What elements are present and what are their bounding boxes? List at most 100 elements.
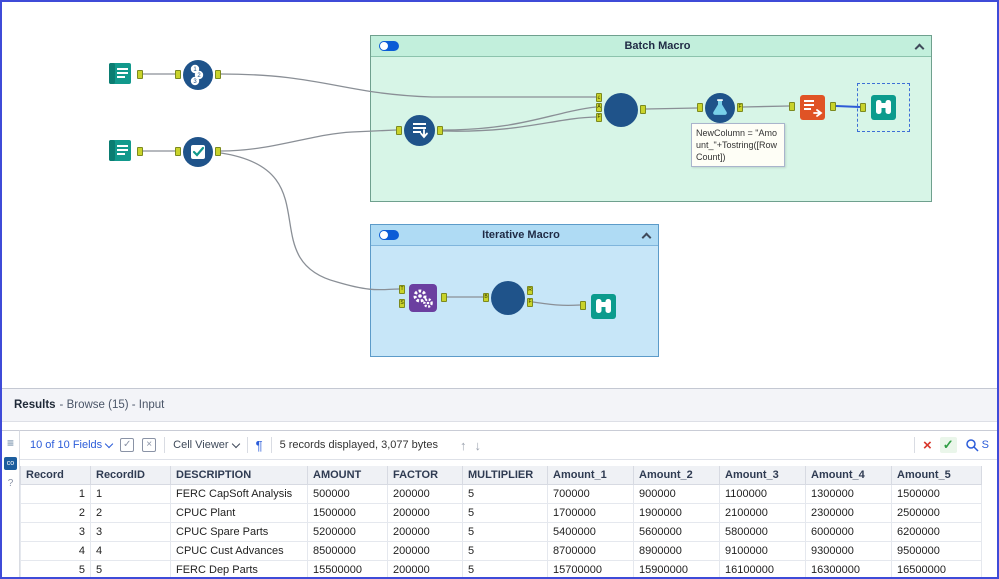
menu-icon[interactable]: ≡ <box>7 437 14 449</box>
move-up-button[interactable]: ↑ <box>460 438 467 453</box>
column-header[interactable]: MULTIPLIER <box>462 466 548 485</box>
paragraph-marks-button[interactable]: ¶ <box>256 438 263 453</box>
input-anchor[interactable]: T <box>399 285 405 294</box>
input-anchor[interactable] <box>860 103 866 112</box>
table-cell[interactable]: 3 <box>90 521 171 542</box>
output-anchor[interactable] <box>215 147 221 156</box>
table-cell[interactable]: 15500000 <box>307 559 388 577</box>
table-cell[interactable]: 15700000 <box>547 559 634 577</box>
iterative-macro-circle-tool[interactable] <box>491 281 525 315</box>
table-cell[interactable]: 200000 <box>387 540 463 561</box>
column-header[interactable]: RecordID <box>90 466 171 485</box>
connection-wire[interactable] <box>220 73 596 98</box>
column-header[interactable]: Amount_1 <box>547 466 634 485</box>
output-anchor[interactable] <box>137 70 143 79</box>
table-cell[interactable]: CPUC Plant <box>170 502 308 523</box>
apply-button[interactable]: ✓ <box>939 437 957 453</box>
sample-tool[interactable] <box>404 115 435 146</box>
table-cell[interactable]: 8700000 <box>547 540 634 561</box>
column-header[interactable]: DESCRIPTION <box>170 466 308 485</box>
move-down-button[interactable]: ↓ <box>474 438 481 453</box>
table-cell[interactable]: 5800000 <box>719 521 806 542</box>
batch-macro-tool[interactable] <box>604 93 638 127</box>
output-anchor[interactable]: R <box>527 286 533 295</box>
input-anchor[interactable] <box>175 147 181 156</box>
table-cell[interactable]: 5 <box>462 502 548 523</box>
table-cell[interactable]: 16300000 <box>805 559 892 577</box>
output-anchor[interactable] <box>640 105 646 114</box>
browse-tool-2[interactable] <box>588 291 619 322</box>
input-anchor[interactable] <box>396 126 402 135</box>
table-cell[interactable]: 200000 <box>387 502 463 523</box>
fields-dropdown[interactable]: 10 of 10 Fields <box>30 439 114 451</box>
column-header[interactable]: Amount_4 <box>805 466 892 485</box>
help-icon[interactable]: ? <box>8 478 14 489</box>
table-cell[interactable]: 1300000 <box>805 483 892 504</box>
table-cell[interactable]: 1700000 <box>547 502 634 523</box>
browse-tool-1[interactable] <box>868 92 899 123</box>
column-header[interactable]: AMOUNT <box>307 466 388 485</box>
input-anchor[interactable]: B <box>483 293 489 302</box>
output-data-tool[interactable] <box>797 92 828 123</box>
connection-wire[interactable] <box>645 107 698 110</box>
table-cell[interactable]: 1 <box>90 483 171 504</box>
deselect-all-button[interactable]: × <box>142 438 157 452</box>
input-data-tool-2[interactable] <box>105 136 135 166</box>
table-cell[interactable]: 200000 <box>387 483 463 504</box>
input-anchor[interactable] <box>697 103 703 112</box>
table-cell[interactable]: 500000 <box>307 483 388 504</box>
output-anchor[interactable] <box>830 102 836 111</box>
table-cell[interactable]: 2300000 <box>805 502 892 523</box>
table-cell[interactable]: 5 <box>462 559 548 577</box>
output-anchor[interactable] <box>215 70 221 79</box>
table-cell[interactable]: CPUC Cust Advances <box>170 540 308 561</box>
connection-wire[interactable] <box>742 105 790 108</box>
table-cell[interactable]: 6200000 <box>891 521 982 542</box>
table-cell[interactable]: CPUC Spare Parts <box>170 521 308 542</box>
output-anchor[interactable]: F <box>527 298 533 307</box>
table-cell[interactable]: 200000 <box>387 521 463 542</box>
input-anchor[interactable]: S <box>399 299 405 308</box>
table-cell[interactable]: 16100000 <box>719 559 806 577</box>
cancel-button[interactable]: × <box>923 437 932 454</box>
table-cell[interactable]: 8500000 <box>307 540 388 561</box>
table-cell[interactable]: 5 <box>462 483 548 504</box>
connection-wire[interactable] <box>220 129 397 152</box>
recordid-tool[interactable]: 1 2 3 <box>183 60 213 90</box>
table-cell[interactable]: 3 <box>20 521 91 542</box>
table-cell[interactable]: 9300000 <box>805 540 892 561</box>
workflow-canvas[interactable]: Batch Macro Iterative Macro 1 2 3 NewCol… <box>2 2 997 388</box>
connection-wire[interactable] <box>532 301 581 307</box>
iterative-macro-tool[interactable] <box>407 282 439 314</box>
table-cell[interactable]: 6000000 <box>805 521 892 542</box>
search-button[interactable]: S <box>965 438 989 452</box>
table-cell[interactable]: 2 <box>90 502 171 523</box>
column-header[interactable]: FACTOR <box>387 466 463 485</box>
input-anchor[interactable] <box>175 70 181 79</box>
table-cell[interactable]: 900000 <box>633 483 720 504</box>
table-cell[interactable]: 1100000 <box>719 483 806 504</box>
output-anchor[interactable]: F <box>737 103 743 112</box>
formula-tool[interactable] <box>705 93 735 123</box>
table-cell[interactable]: 5 <box>90 559 171 577</box>
column-header[interactable]: Amount_5 <box>891 466 982 485</box>
table-cell[interactable]: 5 <box>462 540 548 561</box>
output-anchor[interactable] <box>437 126 443 135</box>
tool-annotation[interactable]: NewColumn = "Amount_"+Tostring([RowCount… <box>691 123 785 168</box>
table-cell[interactable]: 5 <box>20 559 91 577</box>
column-header[interactable]: Amount_2 <box>633 466 720 485</box>
table-cell[interactable]: 1500000 <box>891 483 982 504</box>
table-cell[interactable]: 9500000 <box>891 540 982 561</box>
table-cell[interactable]: FERC CapSoft Analysis <box>170 483 308 504</box>
table-cell[interactable]: 200000 <box>387 559 463 577</box>
table-cell[interactable]: 2 <box>20 502 91 523</box>
table-cell[interactable]: 5600000 <box>633 521 720 542</box>
table-cell[interactable]: 1900000 <box>633 502 720 523</box>
select-all-button[interactable]: ✓ <box>120 438 135 452</box>
table-cell[interactable]: 1 <box>20 483 91 504</box>
column-header[interactable]: Amount_3 <box>719 466 806 485</box>
select-tool[interactable] <box>183 137 213 167</box>
table-cell[interactable]: 2500000 <box>891 502 982 523</box>
table-cell[interactable]: 1500000 <box>307 502 388 523</box>
cell-viewer-dropdown[interactable]: Cell Viewer <box>173 439 240 451</box>
